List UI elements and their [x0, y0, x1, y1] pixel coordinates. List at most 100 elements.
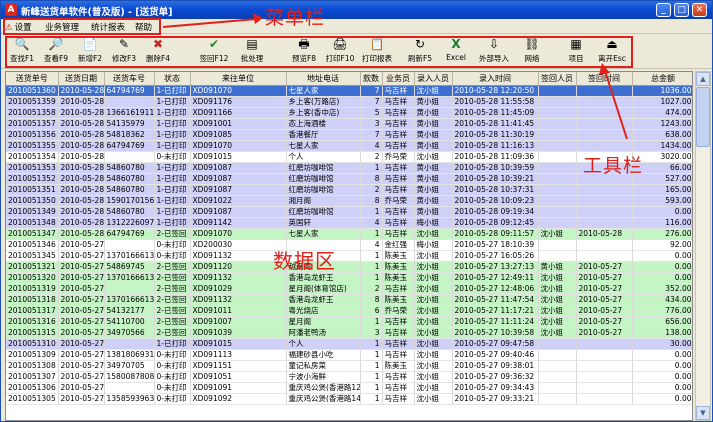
table-cell: 黄小姐: [414, 118, 453, 130]
table-row[interactable]: 2010051357 2010-05-28 54135979 1-已打印 XD09100…: [6, 118, 692, 130]
table-row[interactable]: 2010051310 2010-05-27 1-已打印 XD091015 个人 1 马吉祥沈…: [6, 338, 692, 350]
table-cell: 沈小姐: [414, 338, 453, 350]
table-cell: 七星人家: [286, 140, 361, 152]
table-cell: 2010051319: [6, 283, 59, 295]
table-row[interactable]: 2010051348 2010-05-28 1312226097 1-已打印 XD091…: [6, 217, 692, 229]
column-header[interactable]: 送货日期: [58, 72, 105, 86]
column-header[interactable]: 业务员: [382, 72, 415, 86]
table-cell: [538, 96, 577, 108]
minimize-button[interactable]: _: [656, 3, 671, 17]
table-cell: 2010-05-27 12:49:11: [452, 272, 539, 284]
table-cell: [538, 338, 577, 350]
column-header[interactable]: 录入时间: [452, 72, 539, 86]
table-cell: XD091022: [190, 195, 287, 207]
maximize-button[interactable]: □: [674, 3, 689, 17]
column-header[interactable]: 送货车号: [104, 72, 155, 86]
table-row[interactable]: 2010051307 2010-05-27 1580087808 0-未打印 XD091…: [6, 371, 692, 383]
table-cell: 黄小姐: [414, 184, 453, 196]
table-cell: 2-已签回: [154, 272, 191, 284]
table-row[interactable]: 2010051360 2010-05-28 64794769 1-已打印 XD09107…: [6, 85, 692, 97]
table-row[interactable]: 2010051319 2010-05-27 2-已签回 XD091029 星月阁(体育馆…: [6, 283, 692, 295]
table-cell: 2010-05-28 10:37:31: [452, 184, 539, 196]
table-cell: 2010-05-27 11:17:21: [452, 305, 539, 317]
table-cell: 2010-05-27 10:39:58: [452, 327, 539, 339]
column-header[interactable]: 来往单位: [190, 72, 287, 86]
table-cell: 2010-05-28 11:45:09: [452, 107, 539, 119]
table-cell: 七星人家: [286, 228, 361, 240]
table-row[interactable]: 2010051349 2010-05-28 54860780 1-已打印 XD09108…: [6, 206, 692, 218]
table-cell: 2010-05-28: [58, 140, 105, 152]
table-row[interactable]: 2010051356 2010-05-28 54818362 1-已打印 XD09108…: [6, 129, 692, 141]
table-cell: 红磨坊咖啡馆: [286, 206, 361, 218]
table-cell: [538, 107, 577, 119]
table-cell: 2010-05-27 09:33:21: [452, 393, 539, 405]
table-cell: 红磨坊咖啡馆: [286, 173, 361, 185]
table-cell: XD091007: [190, 316, 287, 328]
column-header[interactable]: 状态: [154, 72, 191, 86]
table-cell: XD091015: [190, 151, 287, 163]
table-cell: 3: [360, 118, 383, 130]
column-header[interactable]: 款数: [360, 72, 383, 86]
scroll-down-icon[interactable]: ▼: [696, 406, 710, 420]
table-cell: 2-已签回: [154, 283, 191, 295]
table-cell: 陈美玉: [382, 360, 415, 372]
table-cell: 2010051356: [6, 129, 59, 141]
table-cell: 沈小姐: [414, 382, 453, 394]
table-row[interactable]: 2010051320 2010-05-27 1370166613 2-已签回 XD091…: [6, 272, 692, 284]
table-row[interactable]: 2010051351 2010-05-28 54860780 1-已打印 XD09108…: [6, 184, 692, 196]
table-cell: 2010051351: [6, 184, 59, 196]
table-cell: 2010-05-28: [58, 85, 105, 97]
table-cell: 2010051358: [6, 107, 59, 119]
column-header[interactable]: 地址电话: [286, 72, 361, 86]
table-row[interactable]: 2010051355 2010-05-28 64794769 1-已打印 XD09107…: [6, 140, 692, 152]
table-cell: 2010-05-28: [58, 118, 105, 130]
table-cell: 沈小姐: [414, 393, 453, 405]
close-button[interactable]: ✕: [692, 3, 707, 17]
table-row[interactable]: 2010051315 2010-05-27 34970566 2-已签回 XD09103…: [6, 327, 692, 339]
table-cell: 2010-05-28: [58, 184, 105, 196]
delivery-table: 送货单号 送货日期 送货车号 状态 来往单位 地址电话 款数 业务员 录入人员 录入时间 签回人员签…: [6, 72, 692, 405]
table-row[interactable]: 2010051345 2010-05-27 1370166613 0-未打印 XD091…: [6, 250, 692, 262]
table-cell: 2010-05-27: [576, 294, 633, 306]
table-row[interactable]: 2010051305 2010-05-27 1358593963 0-未打印 XD091…: [6, 393, 692, 405]
table-row[interactable]: 2010051306 2010-05-27 0-未打印 XD091091 重庆鸡公煲(香…: [6, 382, 692, 394]
table-cell: 2010-05-27: [58, 349, 105, 361]
scroll-thumb[interactable]: [696, 87, 710, 147]
table-cell: 沈小姐: [414, 294, 453, 306]
table-row[interactable]: 2010051359 2010-05-28 1-已打印 XD091176 乡上客(万路店…: [6, 96, 692, 108]
table-row[interactable]: 2010051321 2010-05-27 54869745 2-已签回 XD09112…: [6, 261, 692, 273]
table-cell: 沈小姐: [414, 305, 453, 317]
column-header[interactable]: 录入人员: [414, 72, 453, 86]
data-grid[interactable]: 送货单号 送货日期 送货车号 状态 来往单位 地址电话 款数 业务员 录入人员 录入时间 签回人员签…: [5, 71, 693, 421]
column-header[interactable]: 送货单号: [6, 72, 59, 86]
table-cell: XD091070: [190, 140, 287, 152]
table-cell: 黄小姐: [414, 162, 453, 174]
table-cell: 2010-05-28: [58, 206, 105, 218]
table-cell: 1: [360, 228, 383, 240]
table-cell: 0-未打印: [154, 393, 191, 405]
table-row[interactable]: 2010051317 2010-05-27 54132177 2-已签回 XD09101…: [6, 305, 692, 317]
table-cell: 1: [360, 162, 383, 174]
table-row[interactable]: 2010051346 2010-05-27 0-未打印 XD200030 4 金红强 梅小姐…: [6, 239, 692, 251]
table-cell: 沈小姐: [414, 316, 453, 328]
table-cell: 1027.00: [632, 96, 692, 108]
vertical-scrollbar[interactable]: ▲ ▼: [695, 71, 711, 421]
table-cell: 2010-05-28 11:55:58: [452, 96, 539, 108]
table-cell: 黄小姐: [414, 129, 453, 141]
table-cell: 乡上客(香中店): [286, 107, 361, 119]
table-cell: 7: [360, 85, 383, 97]
table-row[interactable]: 2010051316 2010-05-27 54110700 2-已签回 XD09100…: [6, 316, 692, 328]
table-row[interactable]: 2010051347 2010-05-28 64794769 2-已签回 XD09107…: [6, 228, 692, 240]
table-cell: 沈小姐: [414, 151, 453, 163]
scroll-up-icon[interactable]: ▲: [696, 72, 710, 86]
table-row[interactable]: 2010051318 2010-05-27 1370166613 2-已签回 XD091…: [6, 294, 692, 306]
column-header[interactable]: 签回人员: [538, 72, 577, 86]
table-row[interactable]: 2010051308 2010-05-27 34970705 0-未打印 XD09115…: [6, 360, 692, 372]
table-cell: XD091176: [190, 96, 287, 108]
table-cell: 2010-05-27: [58, 382, 105, 394]
column-header[interactable]: 总金额: [632, 72, 692, 86]
table-row[interactable]: 2010051350 2010-05-28 1590170156 1-已打印 XD091…: [6, 195, 692, 207]
table-row[interactable]: 2010051309 2010-05-27 1381806931 0-未打印 XD091…: [6, 349, 692, 361]
table-row[interactable]: 2010051358 2010-05-28 1366161911 1-已打印 XD091…: [6, 107, 692, 119]
table-cell: 2010051310: [6, 338, 59, 350]
